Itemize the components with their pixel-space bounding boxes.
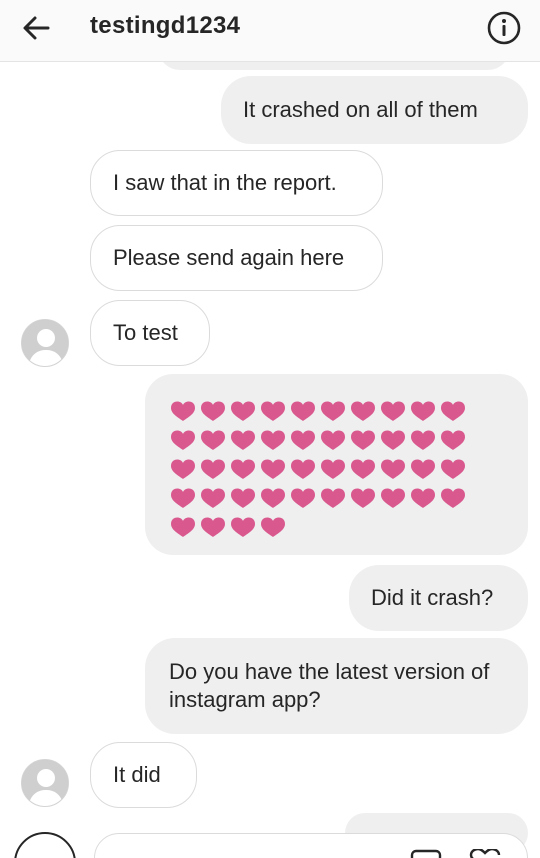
pink-heart-emoji bbox=[231, 517, 255, 537]
message-text: It crashed on all of them bbox=[243, 97, 478, 122]
hearts-grid bbox=[171, 401, 465, 537]
pink-heart-emoji bbox=[231, 430, 255, 450]
conversation-title[interactable]: testingd1234 bbox=[90, 12, 240, 40]
arrow-left-icon bbox=[23, 16, 50, 40]
pink-heart-emoji bbox=[201, 401, 225, 421]
pink-heart-emoji bbox=[201, 430, 225, 450]
pink-heart-emoji bbox=[411, 459, 435, 479]
info-circle-icon bbox=[487, 11, 521, 45]
conversation-header: testingd1234 bbox=[0, 0, 540, 62]
pink-heart-emoji bbox=[381, 430, 405, 450]
gallery-icon[interactable] bbox=[410, 849, 442, 858]
heart-outline-icon[interactable] bbox=[467, 847, 503, 858]
pink-heart-emoji bbox=[231, 488, 255, 508]
pink-heart-emoji bbox=[291, 430, 315, 450]
message-bubble-incoming[interactable]: I saw that in the report. bbox=[90, 150, 383, 216]
pink-heart-emoji bbox=[261, 459, 285, 479]
message-text: It did bbox=[113, 762, 161, 787]
pink-heart-emoji bbox=[171, 517, 195, 537]
message-composer[interactable] bbox=[94, 833, 528, 858]
pink-heart-emoji bbox=[261, 430, 285, 450]
message-bubble-outgoing[interactable]: Did it crash? bbox=[349, 565, 528, 631]
info-button[interactable] bbox=[486, 10, 522, 46]
message-thread[interactable]: It crashed on all of them I saw that in … bbox=[0, 62, 540, 858]
sender-avatar[interactable] bbox=[21, 319, 69, 367]
pink-heart-emoji bbox=[261, 488, 285, 508]
pink-heart-emoji bbox=[321, 401, 345, 421]
pink-heart-emoji bbox=[351, 488, 375, 508]
pink-heart-emoji bbox=[441, 488, 465, 508]
message-bubble-outgoing[interactable]: Do you have the latest version of instag… bbox=[145, 638, 528, 734]
pink-heart-emoji bbox=[441, 401, 465, 421]
default-profile-icon bbox=[22, 760, 68, 806]
pink-heart-emoji bbox=[201, 517, 225, 537]
pink-heart-emoji bbox=[201, 459, 225, 479]
pink-heart-emoji bbox=[441, 430, 465, 450]
pink-heart-emoji bbox=[291, 488, 315, 508]
message-bubble-outgoing[interactable]: It crashed on all of them bbox=[221, 76, 528, 144]
pink-heart-emoji bbox=[411, 488, 435, 508]
pink-heart-emoji bbox=[261, 517, 285, 537]
pink-heart-emoji bbox=[201, 488, 225, 508]
message-bubble-incoming[interactable]: To test bbox=[90, 300, 210, 366]
pink-heart-emoji bbox=[411, 430, 435, 450]
message-text: Please send again here bbox=[113, 245, 345, 270]
message-bubble-incoming[interactable]: It did bbox=[90, 742, 197, 808]
pink-heart-emoji bbox=[351, 401, 375, 421]
message-bubble-partial-top bbox=[158, 62, 510, 70]
pink-heart-emoji bbox=[291, 459, 315, 479]
pink-heart-emoji bbox=[261, 401, 285, 421]
pink-heart-emoji bbox=[381, 401, 405, 421]
pink-heart-emoji bbox=[411, 401, 435, 421]
pink-heart-emoji bbox=[321, 488, 345, 508]
default-profile-icon bbox=[22, 320, 68, 366]
pink-heart-emoji bbox=[291, 401, 315, 421]
pink-heart-emoji bbox=[171, 430, 195, 450]
message-text: I saw that in the report. bbox=[113, 170, 337, 195]
pink-heart-emoji bbox=[171, 488, 195, 508]
pink-heart-emoji bbox=[321, 459, 345, 479]
pink-heart-emoji bbox=[321, 430, 345, 450]
message-text: To test bbox=[113, 320, 178, 345]
pink-heart-emoji bbox=[381, 459, 405, 479]
pink-heart-emoji bbox=[231, 459, 255, 479]
message-text: Did it crash? bbox=[371, 585, 494, 610]
message-bubble-incoming[interactable]: Please send again here bbox=[90, 225, 383, 291]
emoji-message-bubble[interactable] bbox=[145, 374, 528, 555]
pink-heart-emoji bbox=[171, 401, 195, 421]
pink-heart-emoji bbox=[171, 459, 195, 479]
message-text: Do you have the latest version of instag… bbox=[169, 659, 490, 712]
pink-heart-emoji bbox=[381, 488, 405, 508]
pink-heart-emoji bbox=[351, 430, 375, 450]
sender-avatar[interactable] bbox=[21, 759, 69, 807]
back-button[interactable] bbox=[18, 11, 56, 45]
pink-heart-emoji bbox=[441, 459, 465, 479]
pink-heart-emoji bbox=[351, 459, 375, 479]
pink-heart-emoji bbox=[231, 401, 255, 421]
